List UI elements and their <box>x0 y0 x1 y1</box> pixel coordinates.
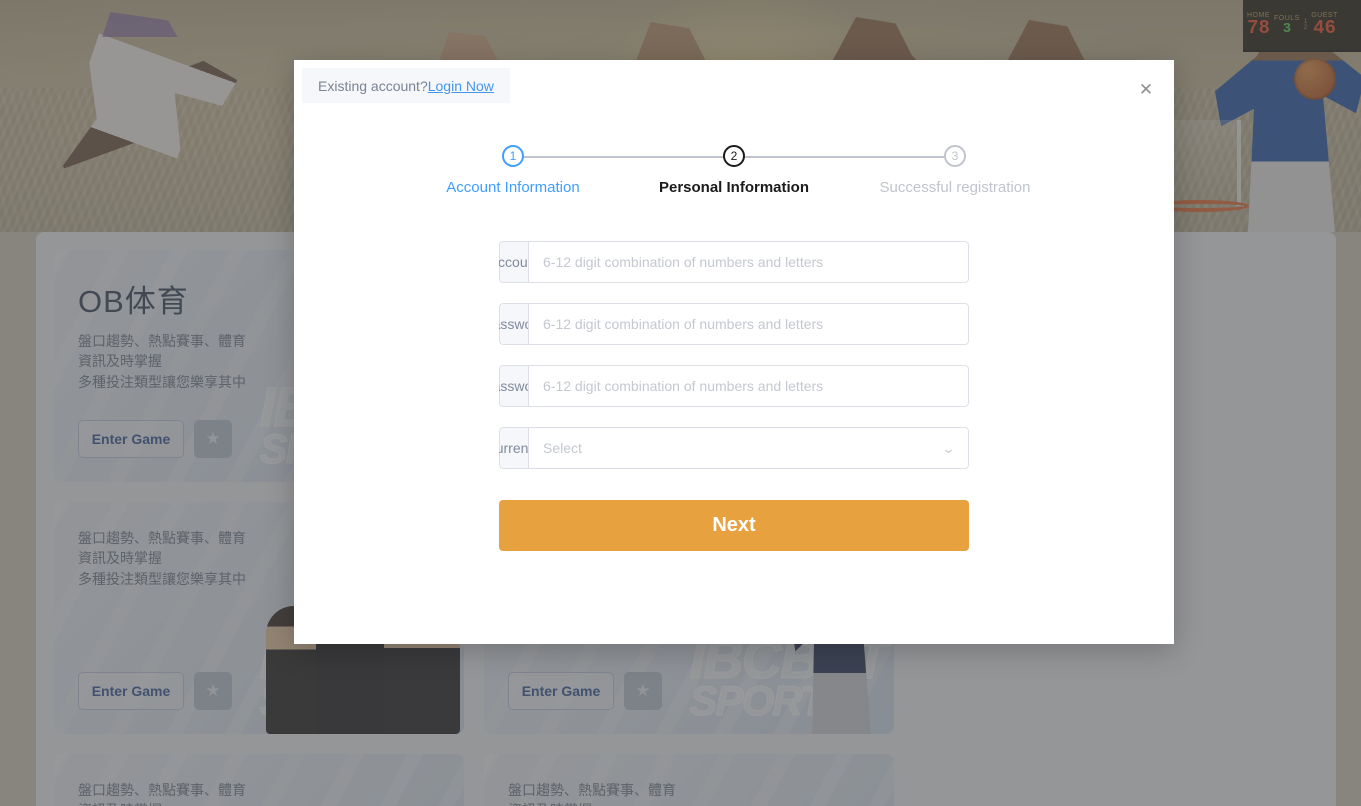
currency-selected-value: Select <box>543 440 582 456</box>
confirm-password-field-row: Password <box>499 365 969 407</box>
password-field-row: Password <box>499 303 969 345</box>
existing-account-prompt: Existing account? <box>318 77 428 94</box>
account-input-wrapper[interactable] <box>528 241 969 283</box>
currency-field-label: Currency <box>499 427 542 469</box>
registration-modal: Existing account? Login Now ✕ 1 Account … <box>294 60 1174 644</box>
confirm-password-field-label: Password <box>499 365 545 407</box>
account-field-row: Account <box>499 241 969 283</box>
page-root: HOME 78 FOULS 3 1 2 GUEST 46 IBC <box>0 0 1361 806</box>
step-label: Account Information <box>446 179 580 196</box>
account-input[interactable] <box>529 242 968 282</box>
step-label: Successful registration <box>879 179 1031 196</box>
confirm-password-input[interactable] <box>529 366 968 406</box>
account-field-label: Account <box>499 241 539 283</box>
currency-select[interactable]: Select ⌄ <box>528 427 969 469</box>
step-successful-registration[interactable]: 3 Successful registration <box>845 145 1066 196</box>
step-number-circle: 2 <box>723 145 745 167</box>
step-personal-information[interactable]: 2 Personal Information <box>513 145 955 196</box>
password-input-wrapper[interactable] <box>528 303 969 345</box>
registration-form: Account Password Password Currency <box>294 241 1174 551</box>
currency-field-row: Currency Select ⌄ <box>499 427 969 469</box>
step-number-circle: 1 <box>502 145 524 167</box>
close-icon[interactable]: ✕ <box>1136 79 1156 99</box>
step-label: Personal Information <box>658 179 810 196</box>
confirm-password-input-wrapper[interactable] <box>528 365 969 407</box>
login-now-link[interactable]: Login Now <box>428 78 494 94</box>
step-number-circle: 3 <box>944 145 966 167</box>
step-account-information[interactable]: 1 Account Information <box>403 145 734 196</box>
chevron-down-icon: ⌄ <box>941 440 956 456</box>
next-button[interactable]: Next <box>499 500 969 551</box>
password-input[interactable] <box>529 304 968 344</box>
password-field-label: Password <box>499 303 545 345</box>
existing-account-bar: Existing account? Login Now <box>302 68 510 103</box>
stepper-steps: 1 Account Information 2 Personal Informa… <box>403 145 1066 196</box>
registration-stepper: 1 Account Information 2 Personal Informa… <box>294 145 1174 196</box>
